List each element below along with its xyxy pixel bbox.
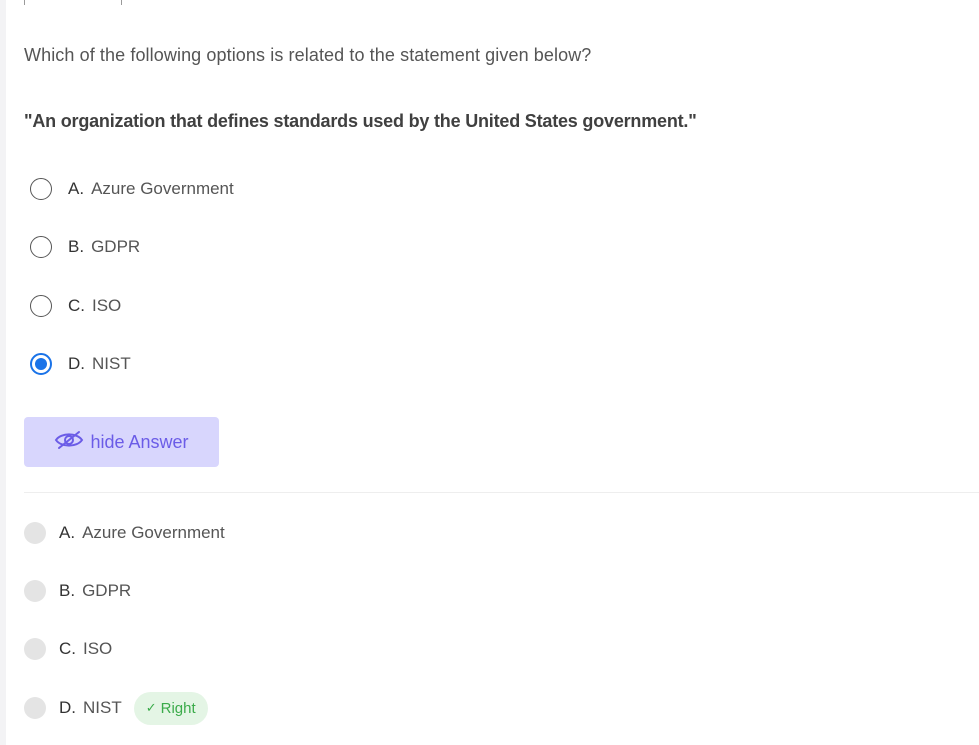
radio-button[interactable] <box>30 178 52 200</box>
option-a[interactable]: A. Azure Government <box>30 176 234 202</box>
answer-text: Azure Government <box>82 523 225 542</box>
hide-answer-button[interactable]: hide Answer <box>24 417 219 467</box>
answer-item-c: C. ISO <box>24 636 112 662</box>
answer-text: NIST <box>83 698 122 717</box>
answer-dot <box>24 697 46 719</box>
answer-letter: D. <box>59 698 76 717</box>
option-b[interactable]: B. GDPR <box>30 234 140 260</box>
answer-text: GDPR <box>82 581 132 600</box>
option-c[interactable]: C. ISO <box>30 293 121 319</box>
answer-text: ISO <box>83 639 113 658</box>
option-letter: B. <box>68 237 85 256</box>
hide-answer-label: hide Answer <box>90 431 189 452</box>
divider <box>24 492 979 493</box>
option-letter: D. <box>68 354 85 373</box>
answer-item-b: B. GDPR <box>24 578 131 604</box>
check-icon: ✓ <box>145 700 157 715</box>
option-text: NIST <box>92 354 131 373</box>
right-answer-badge: ✓ Right <box>133 691 208 725</box>
answer-item-d: D. NIST ✓ Right <box>24 691 208 725</box>
answer-dot <box>24 522 46 544</box>
answer-dot <box>24 638 46 660</box>
radio-button[interactable] <box>30 236 52 258</box>
answer-dot <box>24 580 46 602</box>
cropped-text-fragment <box>24 0 204 6</box>
answer-letter: A. <box>59 523 76 542</box>
option-text: Azure Government <box>91 179 234 198</box>
radio-button[interactable] <box>30 295 52 317</box>
radio-button-selected[interactable] <box>30 353 52 375</box>
badge-label: Right <box>160 699 196 717</box>
option-letter: C. <box>68 296 85 315</box>
question-prompt: Which of the following options is relate… <box>24 45 592 65</box>
answer-letter: B. <box>59 581 76 600</box>
option-letter: A. <box>68 179 85 198</box>
left-border <box>0 0 6 745</box>
answer-letter: C. <box>59 639 76 658</box>
question-statement: "An organization that defines standards … <box>24 111 697 131</box>
option-text: GDPR <box>91 237 141 256</box>
eye-slash-icon <box>54 430 90 455</box>
option-d[interactable]: D. NIST <box>30 351 131 377</box>
answer-item-a: A. Azure Government <box>24 520 225 546</box>
option-text: ISO <box>92 296 122 315</box>
